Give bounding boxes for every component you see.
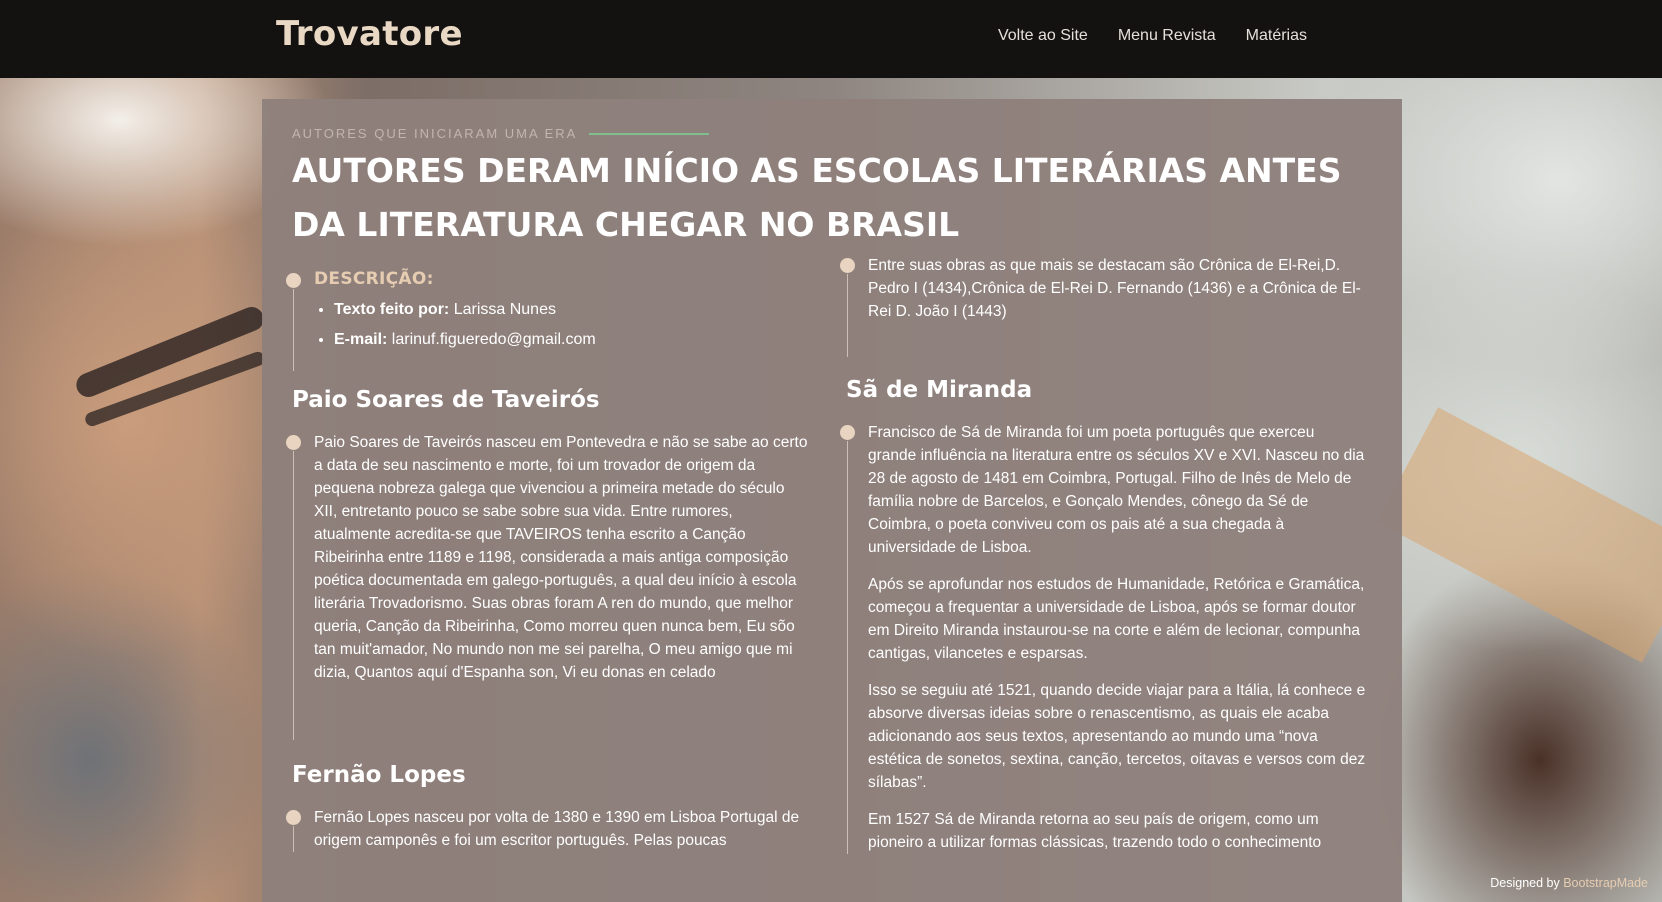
paragraph: Paio Soares de Taveirós nasceu em Pontev… <box>314 434 808 681</box>
eyebrow-row: AUTORES QUE INICIARAM UMA ERA <box>292 126 710 141</box>
article-title: AUTORES DERAM INÍCIO AS ESCOLAS LITERÁRI… <box>292 151 1342 244</box>
timeline-dot <box>286 435 301 450</box>
article-eyebrow: AUTORES QUE INICIARAM UMA ERA <box>292 126 578 141</box>
designed-by-text: Designed by <box>1490 876 1560 890</box>
paragraph: Entre suas obras as que mais se destacam… <box>868 257 1361 320</box>
author-item: Texto feito por: Larissa Nunes <box>334 301 812 319</box>
timeline-dot <box>286 273 301 288</box>
description-block: DESCRIÇÃO: Texto feito por: Larissa Nune… <box>286 269 812 371</box>
credit-link[interactable]: BootstrapMade <box>1563 876 1648 890</box>
nav-link-menu-revista[interactable]: Menu Revista <box>1118 27 1216 45</box>
paragraph: Após se aprofundar nos estudos de Humani… <box>868 576 1365 662</box>
nav-links: Volte ao Site Menu Revista Matérias <box>998 27 1307 45</box>
description-list: Texto feito por: Larissa Nunes E-mail: l… <box>314 301 812 349</box>
section-title-fernao: Fernão Lopes <box>292 762 466 788</box>
nav-link-volte-ao-site[interactable]: Volte ao Site <box>998 27 1088 45</box>
paragraph: Em 1527 Sá de Miranda retorna ao seu paí… <box>868 811 1322 851</box>
section-title-sa-de-miranda: Sã de Miranda <box>846 377 1033 403</box>
eyebrow-divider <box>589 132 710 135</box>
section-body-paio: Paio Soares de Taveirós nasceu em Pontev… <box>286 431 812 740</box>
top-navbar: Trovatore Volte ao Site Menu Revista Mat… <box>0 0 1662 78</box>
author-name: Larissa Nunes <box>453 301 556 318</box>
section-body-sa-de-miranda: Francisco de Sá de Miranda foi um poeta … <box>840 421 1366 854</box>
email-value: larinuf.figueredo@gmail.com <box>391 331 596 348</box>
left-column: DESCRIÇÃO: Texto feito por: Larissa Nune… <box>286 269 812 866</box>
timeline-dot <box>840 425 855 440</box>
paragraph: Isso se seguiu até 1521, quando decide v… <box>868 682 1366 791</box>
brand-logo[interactable]: Trovatore <box>276 14 463 54</box>
paragraph: Fernão Lopes nasceu por volta de 1380 e … <box>314 809 800 849</box>
email-label: E-mail: <box>334 331 388 348</box>
footer-credit: Designed by BootstrapMade <box>1490 876 1648 890</box>
paragraph: Francisco de Sá de Miranda foi um poeta … <box>868 424 1365 556</box>
article-panel: AUTORES QUE INICIARAM UMA ERA AUTORES DE… <box>262 99 1402 902</box>
description-heading: DESCRIÇÃO: <box>314 269 434 289</box>
email-item: E-mail: larinuf.figueredo@gmail.com <box>334 331 812 349</box>
section-title-paio: Paio Soares de Taveirós <box>292 387 600 413</box>
timeline-dot <box>286 810 301 825</box>
book-decoration <box>1377 407 1662 663</box>
right-column: Entre suas obras as que mais se destacam… <box>840 254 1366 868</box>
nav-link-materias[interactable]: Matérias <box>1246 27 1307 45</box>
works-block: Entre suas obras as que mais se destacam… <box>840 254 1366 357</box>
timeline-dot <box>840 258 855 273</box>
section-body-fernao: Fernão Lopes nasceu por volta de 1380 e … <box>286 806 812 852</box>
author-label: Texto feito por: <box>334 301 450 318</box>
